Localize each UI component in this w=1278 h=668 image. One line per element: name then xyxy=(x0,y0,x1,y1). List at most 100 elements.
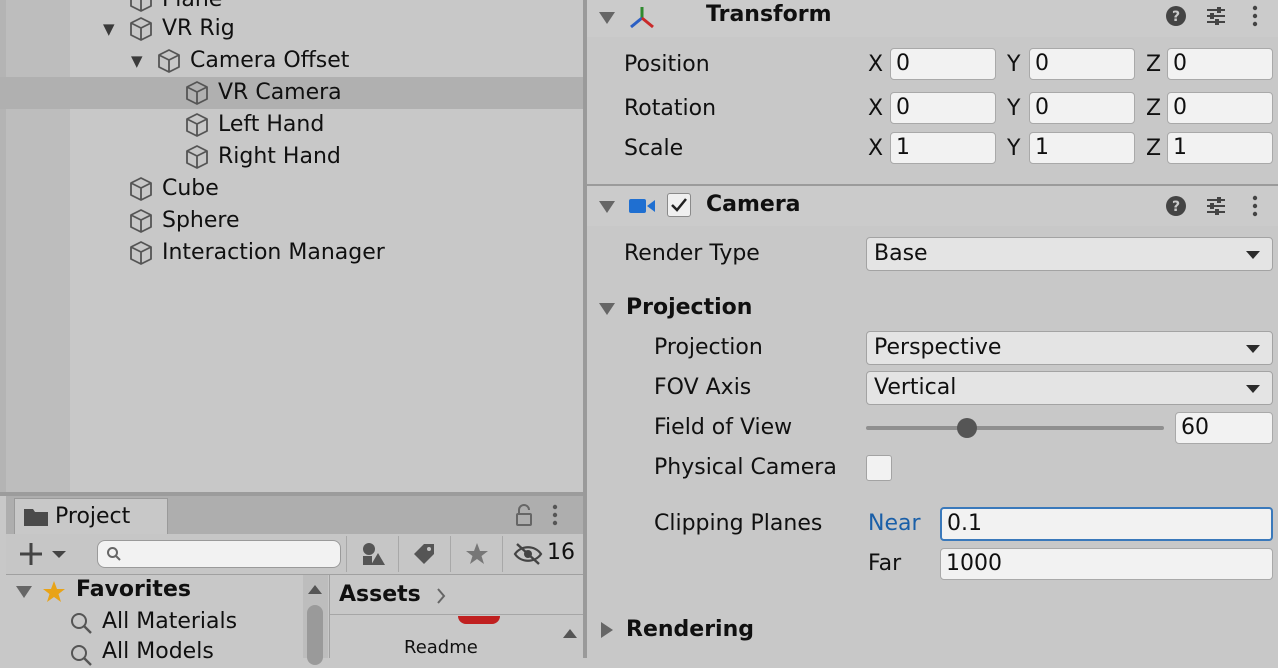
hierarchy-item-sphere[interactable]: Sphere xyxy=(0,205,583,237)
search-by-label-button[interactable] xyxy=(398,536,450,572)
hierarchy-item-label: Plane xyxy=(162,0,222,12)
hierarchy-item-interaction-manager[interactable]: Interaction Manager xyxy=(0,237,583,269)
physical-camera-label: Physical Camera xyxy=(654,455,837,480)
scroll-up-icon[interactable] xyxy=(308,585,322,594)
scroll-up-icon[interactable] xyxy=(563,629,577,638)
asset-readme-label[interactable]: Readme xyxy=(404,637,478,658)
rotation-x-field[interactable]: 0 xyxy=(890,92,996,124)
render-type-label: Render Type xyxy=(624,241,760,266)
gameobject-icon xyxy=(128,16,154,42)
favorites-header[interactable]: Favorites xyxy=(76,577,191,602)
favorites-scrollbar[interactable] xyxy=(303,575,328,665)
fov-axis-dropdown[interactable]: Vertical xyxy=(866,371,1273,405)
position-z-field[interactable]: 0 xyxy=(1167,48,1273,80)
lock-icon[interactable] xyxy=(514,504,534,526)
near-clip-field[interactable]: 0.1 xyxy=(940,507,1273,541)
favorite-item-all-models[interactable]: All Models xyxy=(102,639,214,664)
hierarchy-item-cube[interactable]: Cube xyxy=(0,173,583,205)
scale-y-field[interactable]: 1 xyxy=(1029,132,1135,164)
axis-label-x[interactable]: X xyxy=(868,96,883,121)
near-label[interactable]: Near xyxy=(868,511,921,536)
axis-label-x[interactable]: X xyxy=(868,136,883,161)
foldout-arrow-icon[interactable] xyxy=(599,12,615,24)
far-clip-field[interactable]: 1000 xyxy=(940,548,1273,580)
more-menu-icon[interactable] xyxy=(1250,194,1260,218)
presets-icon[interactable] xyxy=(1205,5,1227,27)
star-icon xyxy=(42,580,66,604)
transform-header[interactable]: Transform ? xyxy=(587,0,1278,37)
axis-label-z[interactable]: Z xyxy=(1146,96,1161,121)
gameobject-icon xyxy=(184,144,210,170)
scrollbar-thumb[interactable] xyxy=(307,605,323,665)
position-y-field[interactable]: 0 xyxy=(1029,48,1135,80)
foldout-arrow-icon[interactable] xyxy=(599,303,615,315)
hierarchy-item-label: Camera Offset xyxy=(190,48,350,73)
rotation-y-field[interactable]: 0 xyxy=(1029,92,1135,124)
tab-project[interactable]: Project xyxy=(14,498,168,534)
foldout-arrow-icon[interactable] xyxy=(601,622,613,638)
more-menu-icon[interactable] xyxy=(1250,4,1260,28)
hierarchy-item-vr-rig[interactable]: ▼ VR Rig xyxy=(0,13,583,45)
scale-z-field[interactable]: 1 xyxy=(1167,132,1273,164)
fov-value-field[interactable]: 60 xyxy=(1175,412,1273,444)
help-icon[interactable]: ? xyxy=(1165,5,1187,27)
tab-label: Project xyxy=(55,504,131,529)
favorite-item-all-materials[interactable]: All Materials xyxy=(102,609,237,634)
gameobject-icon xyxy=(184,112,210,138)
dropdown-arrow-icon xyxy=(1246,345,1260,353)
camera-enabled-checkbox[interactable] xyxy=(667,193,691,217)
scale-x-field[interactable]: 1 xyxy=(890,132,996,164)
axis-label-x[interactable]: X xyxy=(868,52,883,77)
readme-asset-icon[interactable] xyxy=(458,616,500,624)
hierarchy-item-left-hand[interactable]: Left Hand xyxy=(0,109,583,141)
create-add-icon[interactable] xyxy=(18,541,68,567)
search-icon xyxy=(70,644,94,668)
breadcrumb-assets[interactable]: Assets xyxy=(339,582,421,607)
rotation-z-field[interactable]: 0 xyxy=(1167,92,1273,124)
presets-icon[interactable] xyxy=(1205,195,1227,217)
far-label[interactable]: Far xyxy=(868,551,901,576)
hierarchy-item-label: Interaction Manager xyxy=(162,240,385,265)
expand-arrow-icon[interactable]: ▼ xyxy=(131,52,143,70)
render-type-dropdown[interactable]: Base xyxy=(866,237,1273,271)
camera-header[interactable]: Camera ? xyxy=(587,186,1278,226)
axis-label-y[interactable]: Y xyxy=(1007,96,1020,121)
axis-label-z[interactable]: Z xyxy=(1146,52,1161,77)
transform-row-label: Scale xyxy=(624,136,684,161)
dropdown-arrow-icon xyxy=(1246,251,1260,259)
gameobject-icon xyxy=(128,0,154,13)
search-input[interactable] xyxy=(97,540,341,568)
axis-label-y[interactable]: Y xyxy=(1007,52,1020,77)
help-icon[interactable]: ? xyxy=(1165,195,1187,217)
hierarchy-item-right-hand[interactable]: Right Hand xyxy=(0,141,583,173)
gameobject-icon xyxy=(128,240,154,266)
hierarchy-item-label: VR Rig xyxy=(162,16,235,41)
position-x-field[interactable]: 0 xyxy=(890,48,996,80)
search-icon xyxy=(70,612,94,636)
hidden-packages-toggle[interactable]: 16 xyxy=(502,536,583,572)
fov-slider-track[interactable] xyxy=(866,426,1164,430)
physical-camera-checkbox[interactable] xyxy=(866,455,892,481)
projection-label: Projection xyxy=(654,335,763,360)
axis-label-y[interactable]: Y xyxy=(1007,136,1020,161)
transform-row-label: Rotation xyxy=(624,96,717,121)
foldout-arrow-icon[interactable] xyxy=(599,201,615,213)
dropdown-arrow-icon xyxy=(1246,385,1260,393)
gameobject-icon xyxy=(128,176,154,202)
axis-label-z[interactable]: Z xyxy=(1146,136,1161,161)
hierarchy-item-camera-offset[interactable]: ▼ Camera Offset xyxy=(0,45,583,77)
dropdown-value: Base xyxy=(874,241,928,266)
folder-icon xyxy=(23,507,49,527)
hierarchy-item-vr-camera[interactable]: VR Camera xyxy=(0,77,583,109)
collapse-arrow-icon[interactable] xyxy=(16,586,32,598)
favorites-filter-button[interactable] xyxy=(450,536,502,572)
rendering-section-header[interactable]: Rendering xyxy=(626,617,754,642)
eye-hidden-icon xyxy=(513,543,543,565)
projection-section-header[interactable]: Projection xyxy=(626,295,752,320)
projection-dropdown[interactable]: Perspective xyxy=(866,331,1273,365)
more-menu-icon[interactable] xyxy=(549,503,561,527)
transform-row-label: Position xyxy=(624,52,710,77)
search-by-type-button[interactable] xyxy=(346,536,398,572)
hierarchy-item-label: Cube xyxy=(162,176,219,201)
expand-arrow-icon[interactable]: ▼ xyxy=(103,20,115,38)
